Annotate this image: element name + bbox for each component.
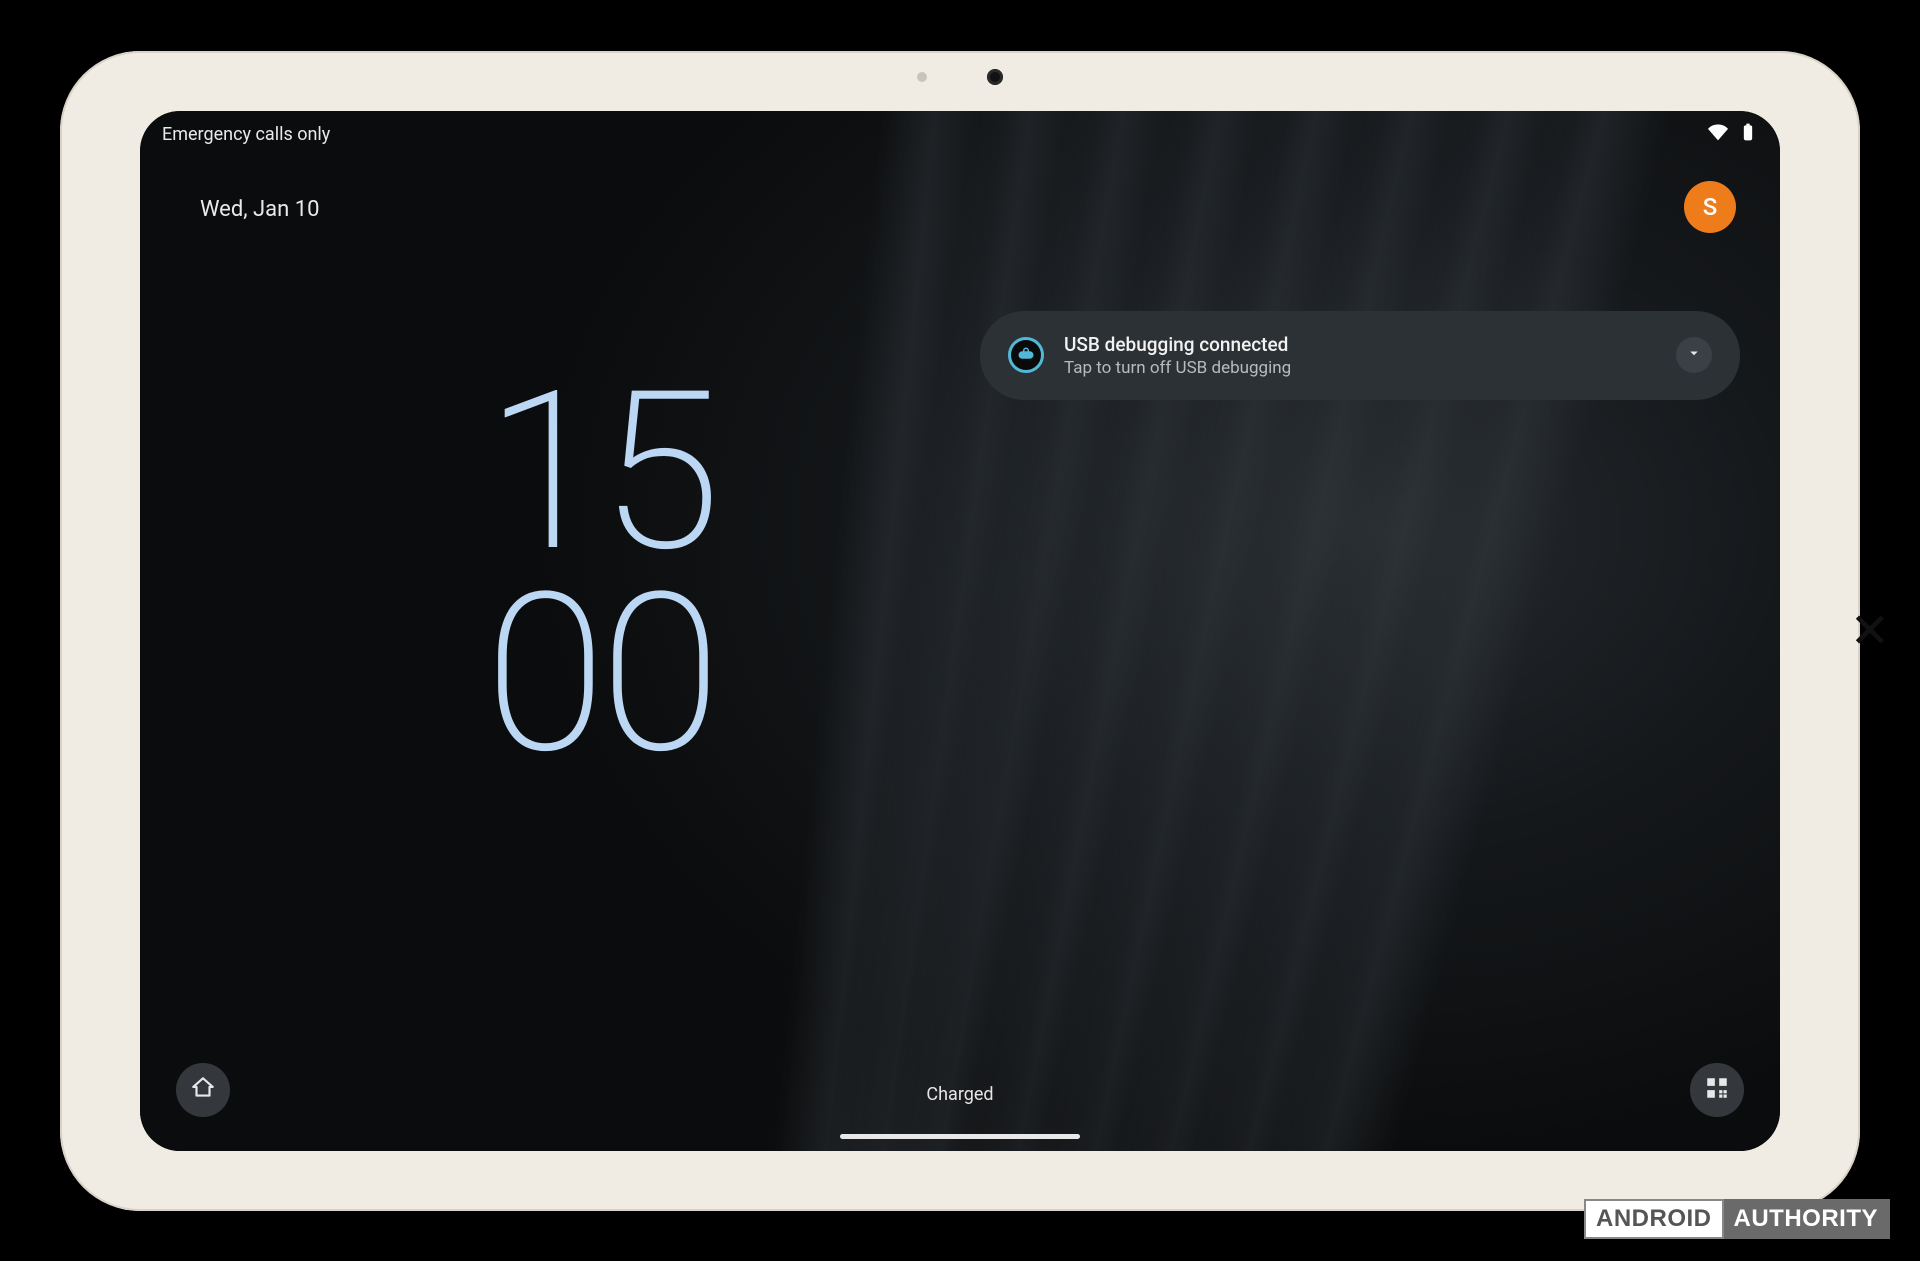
navigation-handle[interactable] <box>840 1134 1080 1139</box>
status-right <box>1708 122 1758 147</box>
chevron-down-icon <box>1685 344 1703 366</box>
watermark-right: AUTHORITY <box>1724 1199 1891 1239</box>
user-avatar[interactable]: S <box>1684 181 1736 233</box>
battery-status-text: Charged <box>926 1084 993 1105</box>
front-camera <box>987 69 1003 85</box>
wifi-icon <box>1708 122 1728 147</box>
notification-usb-debugging[interactable]: USB debugging connected Tap to turn off … <box>980 311 1740 400</box>
lock-clock: 15 00 <box>440 371 760 776</box>
notification-subtitle: Tap to turn off USB debugging <box>1064 358 1656 378</box>
developer-options-icon <box>1008 337 1044 373</box>
close-icon: ✕ <box>1850 602 1890 659</box>
battery-icon <box>1738 122 1758 147</box>
watermark: ANDROID AUTHORITY <box>1584 1199 1890 1239</box>
status-bar: Emergency calls only <box>162 121 1758 149</box>
watermark-left: ANDROID <box>1584 1199 1724 1239</box>
camera-bar <box>917 69 1003 85</box>
sensor-dot <box>917 72 927 82</box>
smart-home-button[interactable] <box>176 1063 230 1117</box>
qr-scanner-button[interactable] <box>1690 1063 1744 1117</box>
lock-screen[interactable]: Emergency calls only Wed, Jan 10 S 15 00 <box>140 111 1780 1151</box>
qr-code-icon <box>1704 1075 1730 1105</box>
home-icon <box>190 1075 216 1105</box>
status-network-text: Emergency calls only <box>162 124 330 145</box>
overlay-close-button[interactable]: ✕ <box>1850 607 1890 655</box>
clock-minutes: 00 <box>440 573 760 775</box>
wallpaper <box>140 111 1780 1151</box>
notification-title: USB debugging connected <box>1064 333 1656 356</box>
notification-text: USB debugging connected Tap to turn off … <box>1064 333 1656 378</box>
lock-date: Wed, Jan 10 <box>200 197 320 222</box>
tablet-frame: Emergency calls only Wed, Jan 10 S 15 00 <box>60 51 1860 1211</box>
avatar-initial: S <box>1703 193 1718 221</box>
clock-hours: 15 <box>440 371 760 573</box>
notification-expand-button[interactable] <box>1676 337 1712 373</box>
